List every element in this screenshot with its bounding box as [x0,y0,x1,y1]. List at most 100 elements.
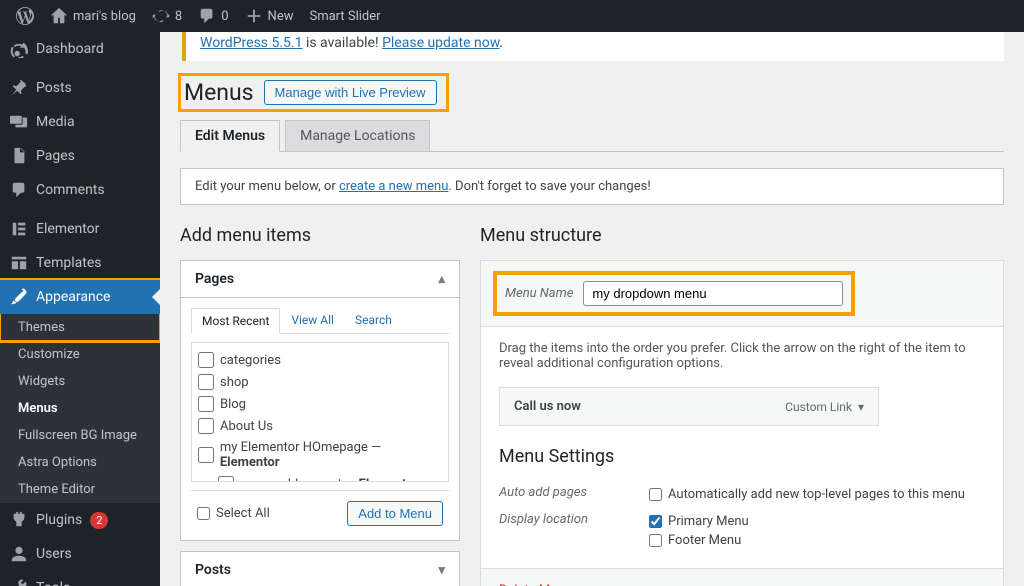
checkbox[interactable] [198,418,214,434]
list-item[interactable]: About Us [198,415,442,437]
new-content[interactable]: New [237,7,302,25]
menu-settings: Menu Settings Auto add pages Automatical… [499,446,985,554]
page-title: Menus [184,79,254,106]
nav-tabs: Edit Menus Manage Locations [180,120,1004,152]
checkbox[interactable] [198,447,214,463]
list-item[interactable]: shop [198,371,442,393]
sidebar-item-templates[interactable]: Templates [0,246,160,280]
tab-manage-locations[interactable]: Manage Locations [285,120,430,152]
appearance-submenu-rest: Customize Widgets Menus Fullscreen BG Im… [0,341,160,503]
pages-checklist[interactable]: categories shop Blog About Us my Element… [191,342,449,482]
sub-menus[interactable]: Menus [0,395,160,422]
menu-name-input[interactable] [583,281,843,306]
plugins-badge: 2 [90,512,108,529]
add-to-menu-button[interactable]: Add to Menu [347,501,443,526]
sub-astra[interactable]: Astra Options [0,449,160,476]
sidebar-item-plugins[interactable]: Plugins2 [0,503,160,537]
checkbox[interactable] [218,476,234,482]
comments-count[interactable]: 0 [190,7,236,25]
list-item[interactable]: my new blog post — Elementor [198,473,442,482]
sub-customize[interactable]: Customize [0,341,160,368]
main-content: WordPress 5.5.1 is available! Please upd… [160,32,1024,586]
menu-footer: Delete Menu [481,568,1003,586]
pages-toggle[interactable]: Pages▴ [181,261,459,298]
update-icon [152,7,170,25]
menu-settings-heading: Menu Settings [499,446,985,467]
admin-sidebar: Dashboard Posts Media Pages Comments Ele… [0,32,160,586]
select-all-checkbox[interactable] [197,507,210,520]
sub-fullscreen[interactable]: Fullscreen BG Image [0,422,160,449]
posts-toggle[interactable]: Posts▾ [181,552,459,586]
page-heading-row: Menus Manage with Live Preview [180,75,447,110]
admin-bar: mari's blog 8 0 New Smart Slider [0,0,1024,32]
chevron-down-icon: ▾ [438,563,445,578]
create-menu-link[interactable]: create a new menu [339,179,448,194]
new-label: New [268,9,294,24]
sidebar-item-elementor[interactable]: Elementor [0,212,160,246]
list-item[interactable]: Blog [198,393,442,415]
menu-item-bar[interactable]: Call us now Custom Link ▾ [499,387,879,426]
site-name-label: mari's blog [73,9,136,24]
update-now-link[interactable]: Please update now [382,35,499,51]
sidebar-item-appearance[interactable]: Appearance [0,280,160,314]
loc-footer[interactable]: Footer Menu [649,531,749,550]
tab-most-recent[interactable]: Most Recent [191,308,280,334]
elementor-icon [10,220,28,238]
checkbox[interactable] [198,374,214,390]
structure-heading: Menu structure [480,225,1004,246]
drag-instructions: Drag the items into the order you prefer… [499,341,985,371]
select-all[interactable]: Select All [197,506,270,521]
sub-widgets[interactable]: Widgets [0,368,160,395]
plug-icon [10,511,28,529]
sub-editor[interactable]: Theme Editor [0,476,160,503]
comments-count-num: 0 [221,9,228,24]
sidebar-item-comments[interactable]: Comments [0,173,160,207]
postbox-pages: Pages▴ Most Recent View All Search categ… [180,260,460,541]
updates-count[interactable]: 8 [144,7,190,25]
tab-search[interactable]: Search [345,308,402,333]
tab-edit-menus[interactable]: Edit Menus [180,120,280,152]
sub-themes[interactable]: Themes [0,314,160,341]
menu-header: Menu Name [481,261,1003,327]
checkbox[interactable] [649,515,662,528]
tab-view-all[interactable]: View All [281,308,344,333]
pages-tabs: Most Recent View All Search [191,308,449,334]
comment-icon [198,7,216,25]
auto-add-check[interactable]: Automatically add new top-level pages to… [649,485,965,504]
info-box: Edit your menu below, or create a new me… [180,168,1004,205]
wp-logo[interactable] [8,7,42,25]
user-icon [10,545,28,563]
brush-icon [10,288,28,306]
plus-icon [245,7,263,25]
home-icon [50,7,68,25]
loc-primary[interactable]: Primary Menu [649,512,749,531]
list-item[interactable]: categories [198,349,442,371]
sidebar-item-tools[interactable]: Tools [0,571,160,586]
dashboard-icon [10,40,28,58]
auto-add-label: Auto add pages [499,485,649,504]
site-name[interactable]: mari's blog [42,7,144,25]
sidebar-item-media[interactable]: Media [0,105,160,139]
sidebar-item-dashboard[interactable]: Dashboard [0,32,160,66]
menu-item-type: Custom Link ▾ [785,400,864,414]
checkbox[interactable] [198,352,214,368]
checkbox[interactable] [198,396,214,412]
media-icon [10,113,28,131]
wrench-icon [10,579,28,586]
live-preview-button[interactable]: Manage with Live Preview [264,80,437,105]
sidebar-item-pages[interactable]: Pages [0,139,160,173]
pin-icon [10,79,28,97]
sidebar-item-posts[interactable]: Posts [0,71,160,105]
version-link[interactable]: WordPress 5.5.1 [200,35,302,51]
menu-item-title: Call us now [514,399,581,414]
menu-edit-frame: Menu Name Drag the items into the order … [480,260,1004,586]
smart-slider-label: Smart Slider [309,9,380,24]
list-item[interactable]: my Elementor HOmepage — Elementor [198,437,442,473]
add-items-heading: Add menu items [180,225,460,246]
smart-slider[interactable]: Smart Slider [301,9,388,24]
checkbox[interactable] [649,488,662,501]
menu-name-highlight: Menu Name [497,275,851,312]
sidebar-item-users[interactable]: Users [0,537,160,571]
checkbox[interactable] [649,534,662,547]
page-icon [10,147,28,165]
